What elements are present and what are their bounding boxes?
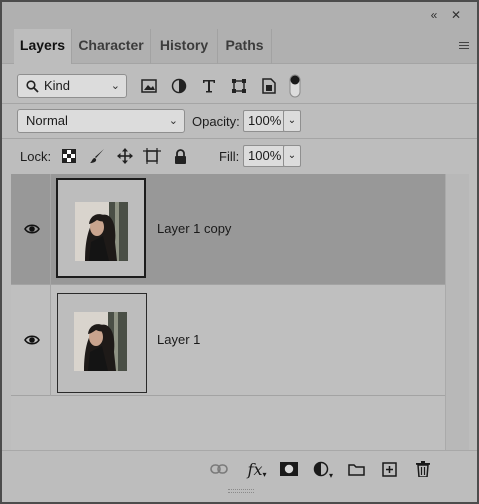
panel-body: « ✕ Layers Character History Paths Kind … [2, 2, 477, 502]
type-filter-icon[interactable] [198, 74, 220, 98]
opacity-dropdown-button[interactable]: ⌄ [283, 110, 301, 132]
kind-filter-label: Kind [44, 78, 71, 93]
layers-bottom-toolbar: fx ▾ ▾ [2, 450, 477, 486]
layers-panel: « ✕ Layers Character History Paths Kind … [0, 0, 479, 504]
panel-tabs: Layers Character History Paths [2, 29, 477, 65]
fill-input[interactable]: 100% [243, 145, 285, 167]
opacity-input[interactable]: 100% [243, 110, 285, 132]
layers-list: Layer 1 copy Layer 1 [11, 174, 445, 450]
layer-thumbnail[interactable] [57, 293, 147, 393]
lock-all-icon[interactable] [169, 144, 191, 168]
panel-title-bar[interactable]: « ✕ [2, 2, 477, 29]
lock-image-pixels-icon[interactable] [86, 144, 108, 168]
collapse-panel-button[interactable]: « [426, 7, 442, 23]
layer-name[interactable]: Layer 1 [157, 332, 200, 347]
tab-layers[interactable]: Layers [14, 29, 71, 65]
delete-layer-icon[interactable] [412, 458, 434, 480]
blend-mode-select[interactable]: Normal ⌄ [17, 109, 185, 133]
divider [2, 103, 477, 104]
shape-filter-icon[interactable] [228, 74, 250, 98]
tab-paths[interactable]: Paths [218, 29, 271, 64]
visibility-column [11, 174, 51, 285]
link-layers-icon[interactable] [208, 458, 230, 480]
eye-icon[interactable] [24, 222, 40, 236]
lock-position-icon[interactable] [114, 144, 136, 168]
image-filter-icon[interactable] [138, 74, 160, 98]
layer-style-icon[interactable]: fx ▾ [244, 458, 270, 480]
portrait-thumbnail-image [74, 312, 127, 371]
tab-character[interactable]: Character [72, 29, 150, 64]
chevron-down-icon: ⌄ [110, 80, 120, 92]
resize-grip[interactable] [228, 489, 254, 493]
new-group-icon[interactable] [345, 458, 367, 480]
fill-dropdown-button[interactable]: ⌄ [283, 145, 301, 167]
tab-history[interactable]: History [151, 29, 217, 64]
kind-filter-select[interactable]: Kind ⌄ [17, 74, 127, 98]
panel-menu-icon[interactable] [459, 42, 469, 51]
close-panel-button[interactable]: ✕ [448, 7, 464, 23]
layer-name[interactable]: Layer 1 copy [157, 221, 231, 236]
eye-icon[interactable] [24, 333, 40, 347]
lock-artboard-icon[interactable] [141, 144, 163, 168]
adjustment-filter-icon[interactable] [168, 74, 190, 98]
blend-mode-value: Normal [26, 113, 68, 128]
filter-row: Kind ⌄ [2, 74, 477, 98]
filter-toggle-switch[interactable] [286, 74, 304, 98]
search-icon [26, 80, 39, 93]
adjustment-layer-icon[interactable]: ▾ [310, 458, 336, 480]
layer-row[interactable]: Layer 1 copy [11, 174, 445, 285]
lock-row: Lock: Fill: 100% ⌄ [2, 144, 477, 168]
new-layer-icon[interactable] [378, 458, 400, 480]
layers-scrollbar[interactable] [445, 174, 469, 450]
blend-row: Normal ⌄ Opacity: 100% ⌄ [2, 109, 477, 133]
chevron-down-icon: ⌄ [168, 115, 178, 127]
lock-label: Lock: [20, 149, 52, 164]
visibility-column [11, 285, 51, 396]
tab-separator [271, 29, 272, 64]
divider [2, 138, 477, 139]
portrait-thumbnail-image [75, 202, 128, 261]
smart-object-filter-icon[interactable] [258, 74, 280, 98]
layer-row[interactable]: Layer 1 [11, 285, 445, 396]
layer-thumbnail[interactable] [56, 178, 146, 278]
opacity-label: Opacity: [192, 114, 240, 129]
lock-transparent-pixels-icon[interactable] [58, 144, 80, 168]
add-mask-icon[interactable] [278, 458, 300, 480]
fill-label: Fill: [219, 149, 240, 164]
fx-label: fx [247, 459, 263, 479]
